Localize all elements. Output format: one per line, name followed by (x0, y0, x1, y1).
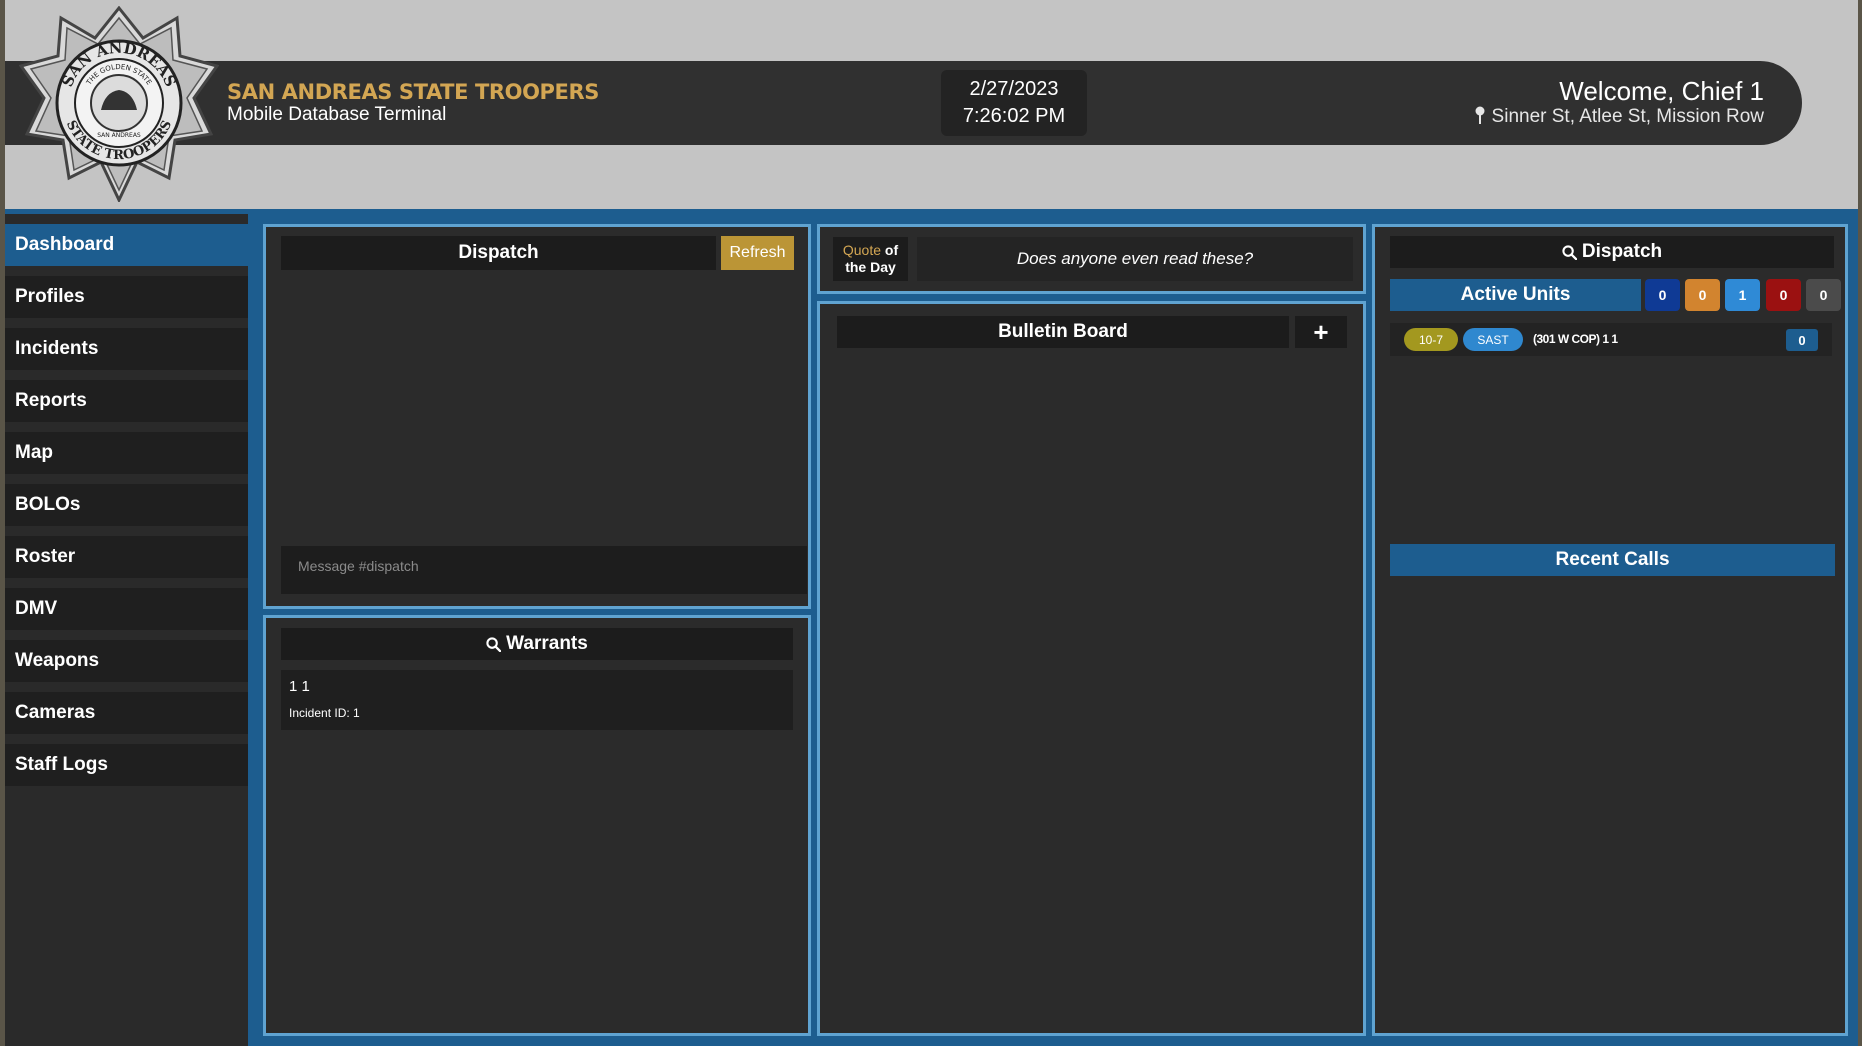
refresh-button[interactable]: Refresh (721, 236, 794, 270)
sidebar-item-reports[interactable]: Reports (5, 380, 248, 422)
warrants-title: Warrants (506, 633, 588, 654)
sidebar-item-bolos[interactable]: BOLOs (5, 484, 248, 526)
dispatch-title: Dispatch (281, 236, 716, 270)
warrants-title-bar[interactable]: Warrants (281, 628, 793, 660)
recent-calls-label: Recent Calls (1390, 544, 1835, 576)
quote-of-the-day-label: Quote of the Day (833, 237, 908, 281)
unit-callsign: (301 W COP) 1 1 (1533, 332, 1618, 346)
sidebar-item-dmv[interactable]: DMV (5, 588, 248, 630)
dispatch-search-bar[interactable]: Dispatch (1390, 236, 1834, 268)
org-subtitle: Mobile Database Terminal (227, 104, 447, 125)
unit-count-emergency: 0 (1766, 279, 1801, 311)
unit-row[interactable]: 10-7 SAST (301 W COP) 1 1 0 (1390, 323, 1832, 356)
sidebar-item-cameras[interactable]: Cameras (5, 692, 248, 734)
bulletin-panel (817, 301, 1366, 1036)
badge-ring-bottom-text: SAN ANDREAS (97, 132, 141, 139)
unit-count-available: 0 (1645, 279, 1680, 311)
welcome-text: Welcome, Chief 1 (1559, 76, 1764, 106)
sidebar-item-weapons[interactable]: Weapons (5, 640, 248, 682)
org-name: SAN ANDREAS STATE TROOPERS (227, 80, 599, 104)
star-badge-logo: SAN ANDREAS STATE TROOPERS THE GOLDEN ST… (19, 6, 219, 202)
unit-attached-count: 0 (1786, 329, 1818, 351)
unit-count-busy: 0 (1685, 279, 1720, 311)
sidebar-item-staff-logs[interactable]: Staff Logs (5, 744, 248, 786)
datetime-display: 2/27/2023 7:26:02 PM (941, 70, 1087, 136)
warrant-name: 1 1 (289, 678, 310, 695)
current-date: 2/27/2023 (969, 78, 1059, 100)
warrant-incident-id: Incident ID: 1 (289, 706, 360, 720)
active-units-label: Active Units (1390, 279, 1641, 311)
sidebar-item-roster[interactable]: Roster (5, 536, 248, 578)
sidebar-item-dashboard[interactable]: Dashboard (5, 224, 248, 266)
quote-label-highlight: Quote (842, 242, 882, 258)
unit-status-badge: 10-7 (1404, 328, 1458, 351)
sidebar-item-map[interactable]: Map (5, 432, 248, 474)
quote-text: Does anyone even read these? (917, 237, 1353, 281)
search-icon (486, 636, 502, 652)
current-time: 7:26:02 PM (962, 105, 1066, 127)
sidebar-item-incidents[interactable]: Incidents (5, 328, 248, 370)
location-text: Sinner St, Atlee St, Mission Row (1491, 106, 1764, 127)
sidebar-nav: Dashboard Profiles Incidents Reports Map… (5, 214, 248, 1046)
unit-department-badge: SAST (1463, 328, 1523, 351)
dispatch-units-title: Dispatch (1581, 241, 1663, 262)
warrant-item[interactable]: 1 1 Incident ID: 1 (281, 670, 793, 730)
unit-count-enroute: 1 (1725, 279, 1760, 311)
bulletin-title: Bulletin Board (837, 316, 1289, 348)
quote-label-of: of (881, 242, 899, 258)
location-display: Sinner St, Atlee St, Mission Row (1474, 106, 1764, 128)
dispatch-message-input[interactable] (281, 546, 807, 594)
sidebar-item-profiles[interactable]: Profiles (5, 276, 248, 318)
unit-count-offduty: 0 (1806, 279, 1841, 311)
search-icon (1562, 244, 1577, 260)
add-bulletin-button[interactable]: + (1295, 316, 1347, 348)
quote-label-day: the Day (845, 259, 896, 275)
map-pin-icon (1475, 106, 1485, 124)
mdt-app: SAN ANDREAS STATE TROOPERS THE GOLDEN ST… (5, 0, 1858, 1046)
